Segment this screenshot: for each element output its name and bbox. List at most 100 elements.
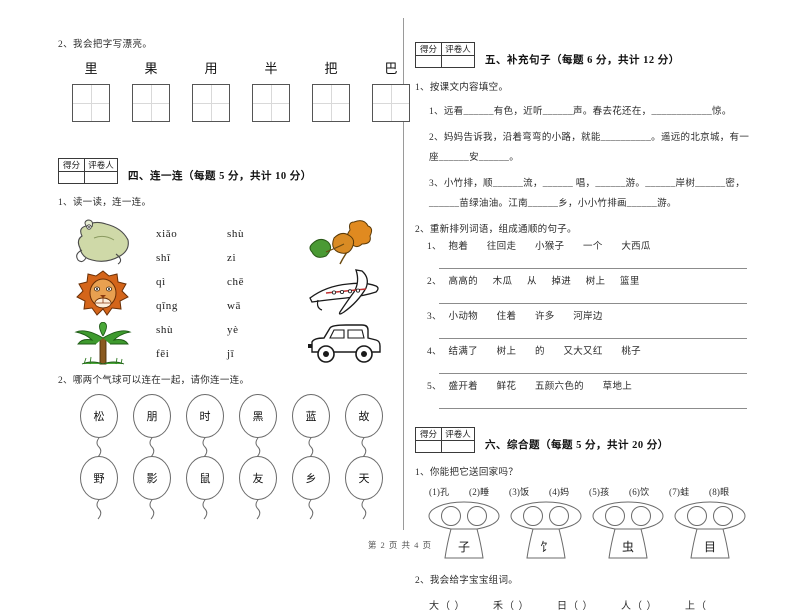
numbered-character[interactable]: (2)睡 (469, 485, 509, 498)
pinyin-item[interactable]: qīng (156, 294, 178, 318)
section-five-header: 得分 评卷人 五、补充句子（每题 6 分，共计 12 分） (415, 42, 755, 68)
balloon-body: 鼠 (186, 456, 224, 501)
tianzige-box[interactable] (372, 84, 410, 123)
reorder-word[interactable]: 掉进 (551, 277, 571, 287)
answer-line[interactable] (439, 289, 747, 304)
balloon[interactable]: 影 (129, 456, 175, 520)
pinyin-item[interactable]: chē (227, 270, 244, 294)
balloon[interactable]: 乡 (288, 456, 334, 520)
worksheet-page: 2、我会把字写漂亮。 里 果 用 半 把 巴 得分 评卷人 四、连一连（每题 5… (0, 0, 800, 612)
tianzige-box[interactable] (312, 84, 350, 123)
word-build-item[interactable]: 人（ ） (621, 597, 685, 612)
reorder-word[interactable]: 树上 (497, 347, 517, 357)
reorder-word[interactable]: 往回走 (487, 242, 516, 252)
answer-line[interactable] (439, 254, 747, 269)
left-column: 2、我会把字写漂亮。 里 果 用 半 把 巴 得分 评卷人 四、连一连（每题 5… (58, 0, 410, 520)
frog-picture (76, 219, 129, 265)
numbered-character[interactable]: (7)蛙 (669, 485, 709, 498)
pinyin-item[interactable]: xiǎo (156, 222, 178, 246)
grader-value-cell[interactable] (84, 171, 118, 185)
mushroom[interactable]: 饣 (507, 500, 585, 562)
balloon[interactable]: 鼠 (182, 456, 228, 520)
word-build-item[interactable]: 大（ ） (429, 597, 493, 612)
lion-picture (76, 270, 129, 317)
balloon[interactable]: 蓝 (288, 394, 334, 458)
pinyin-item[interactable]: fēi (156, 342, 178, 366)
balloon-body: 时 (186, 394, 224, 439)
reorder-word[interactable]: 许多 (535, 312, 555, 322)
reorder-word[interactable]: 从 (527, 277, 537, 287)
mushroom[interactable]: 目 (671, 500, 749, 562)
pinyin-item[interactable]: zi (227, 246, 244, 270)
reorder-word[interactable]: 树上 (586, 277, 606, 287)
score-box: 得分 评卷人 (415, 427, 475, 453)
grader-label: 评卷人 (84, 158, 118, 173)
reorder-word[interactable]: 盛开着 (449, 382, 478, 392)
balloon-body: 朋 (133, 394, 171, 439)
reorder-word[interactable]: 五颜六色的 (535, 382, 584, 392)
reorder-word[interactable]: 鲜花 (497, 382, 517, 392)
numbered-character[interactable]: (6)饮 (629, 485, 669, 498)
numbered-character[interactable]: (1)孔 (429, 485, 469, 498)
tianzige-box[interactable] (192, 84, 230, 123)
pinyin-item[interactable]: jī (227, 342, 244, 366)
answer-line[interactable] (439, 359, 747, 374)
tianzige-box[interactable] (72, 84, 110, 123)
reorder-list: 1、 抱着 往回走 小猴子 一个 大西瓜 2、 高高的 木瓜 从 掉进 树上 篮… (415, 238, 755, 409)
reorder-word[interactable]: 小猴子 (535, 242, 564, 252)
balloon[interactable]: 时 (182, 394, 228, 458)
grader-value-cell[interactable] (441, 55, 475, 68)
numbered-character[interactable]: (4)妈 (549, 485, 589, 498)
reorder-row: 1、 抱着 往回走 小猴子 一个 大西瓜 (415, 238, 755, 252)
word-build-item[interactable]: 禾（ ） (493, 597, 557, 612)
pinyin-item[interactable]: shù (156, 318, 178, 342)
score-value-cell[interactable] (415, 440, 442, 453)
balloon[interactable]: 野 (76, 456, 122, 520)
reorder-word[interactable]: 草地上 (603, 382, 632, 392)
reorder-word[interactable]: 小动物 (449, 312, 478, 322)
score-label: 得分 (415, 42, 442, 56)
pinyin-item[interactable]: qì (156, 270, 178, 294)
reorder-word[interactable]: 结满了 (449, 347, 478, 357)
answer-line[interactable] (439, 394, 747, 409)
mushroom[interactable]: 虫 (589, 500, 667, 562)
tianzige-box[interactable] (252, 84, 290, 123)
score-value-cell[interactable] (415, 55, 442, 68)
tianzige-box[interactable] (132, 84, 170, 123)
answer-line[interactable] (439, 324, 747, 339)
balloon[interactable]: 朋 (129, 394, 175, 458)
reorder-word[interactable]: 木瓜 (493, 277, 513, 287)
reorder-word[interactable]: 大西瓜 (621, 242, 650, 252)
fill-sentence[interactable]: 1、远看______有色，近听______声。春去花还在，___________… (429, 102, 755, 122)
reorder-word[interactable]: 河岸边 (573, 312, 602, 322)
reorder-word[interactable]: 桃子 (621, 347, 641, 357)
grader-value-cell[interactable] (441, 440, 475, 453)
pinyin-item[interactable]: shù (227, 222, 244, 246)
pinyin-item[interactable]: shī (156, 246, 178, 270)
pinyin-item[interactable]: wā (227, 294, 244, 318)
balloon-body: 松 (80, 394, 118, 439)
reorder-word[interactable]: 一个 (583, 242, 603, 252)
fill-sentence[interactable]: 2、妈妈告诉我，沿着弯弯的小路，就能__________。遥远的北京城，有一座_… (429, 128, 755, 168)
pinyin-item[interactable]: yè (227, 318, 244, 342)
reorder-word[interactable]: 又大又红 (563, 347, 602, 357)
reorder-word[interactable]: 高高的 (449, 277, 478, 287)
score-value-cell[interactable] (58, 171, 85, 185)
balloon[interactable]: 友 (235, 456, 281, 520)
word-build-item[interactable]: 日（ ） (557, 597, 621, 612)
reorder-word[interactable]: 抱着 (449, 242, 469, 252)
word-build-item[interactable]: 上（ (685, 597, 749, 612)
numbered-character[interactable]: (3)饭 (509, 485, 549, 498)
fill-sentence[interactable]: 3、小竹排，顺______流，______ 唱，______游。______岸树… (429, 174, 755, 214)
numbered-character[interactable]: (5)孩 (589, 485, 629, 498)
mushroom[interactable]: 子 (425, 500, 503, 562)
balloon[interactable]: 故 (341, 394, 387, 458)
reorder-word[interactable]: 的 (535, 347, 545, 357)
numbered-character[interactable]: (8)眼 (709, 485, 749, 498)
balloon[interactable]: 松 (76, 394, 122, 458)
section-five-q1-prompt: 1、按课文内容填空。 (415, 83, 509, 93)
reorder-word[interactable]: 住着 (497, 312, 517, 322)
balloon[interactable]: 黑 (235, 394, 281, 458)
reorder-word[interactable]: 篮里 (620, 277, 640, 287)
balloon[interactable]: 天 (341, 456, 387, 520)
